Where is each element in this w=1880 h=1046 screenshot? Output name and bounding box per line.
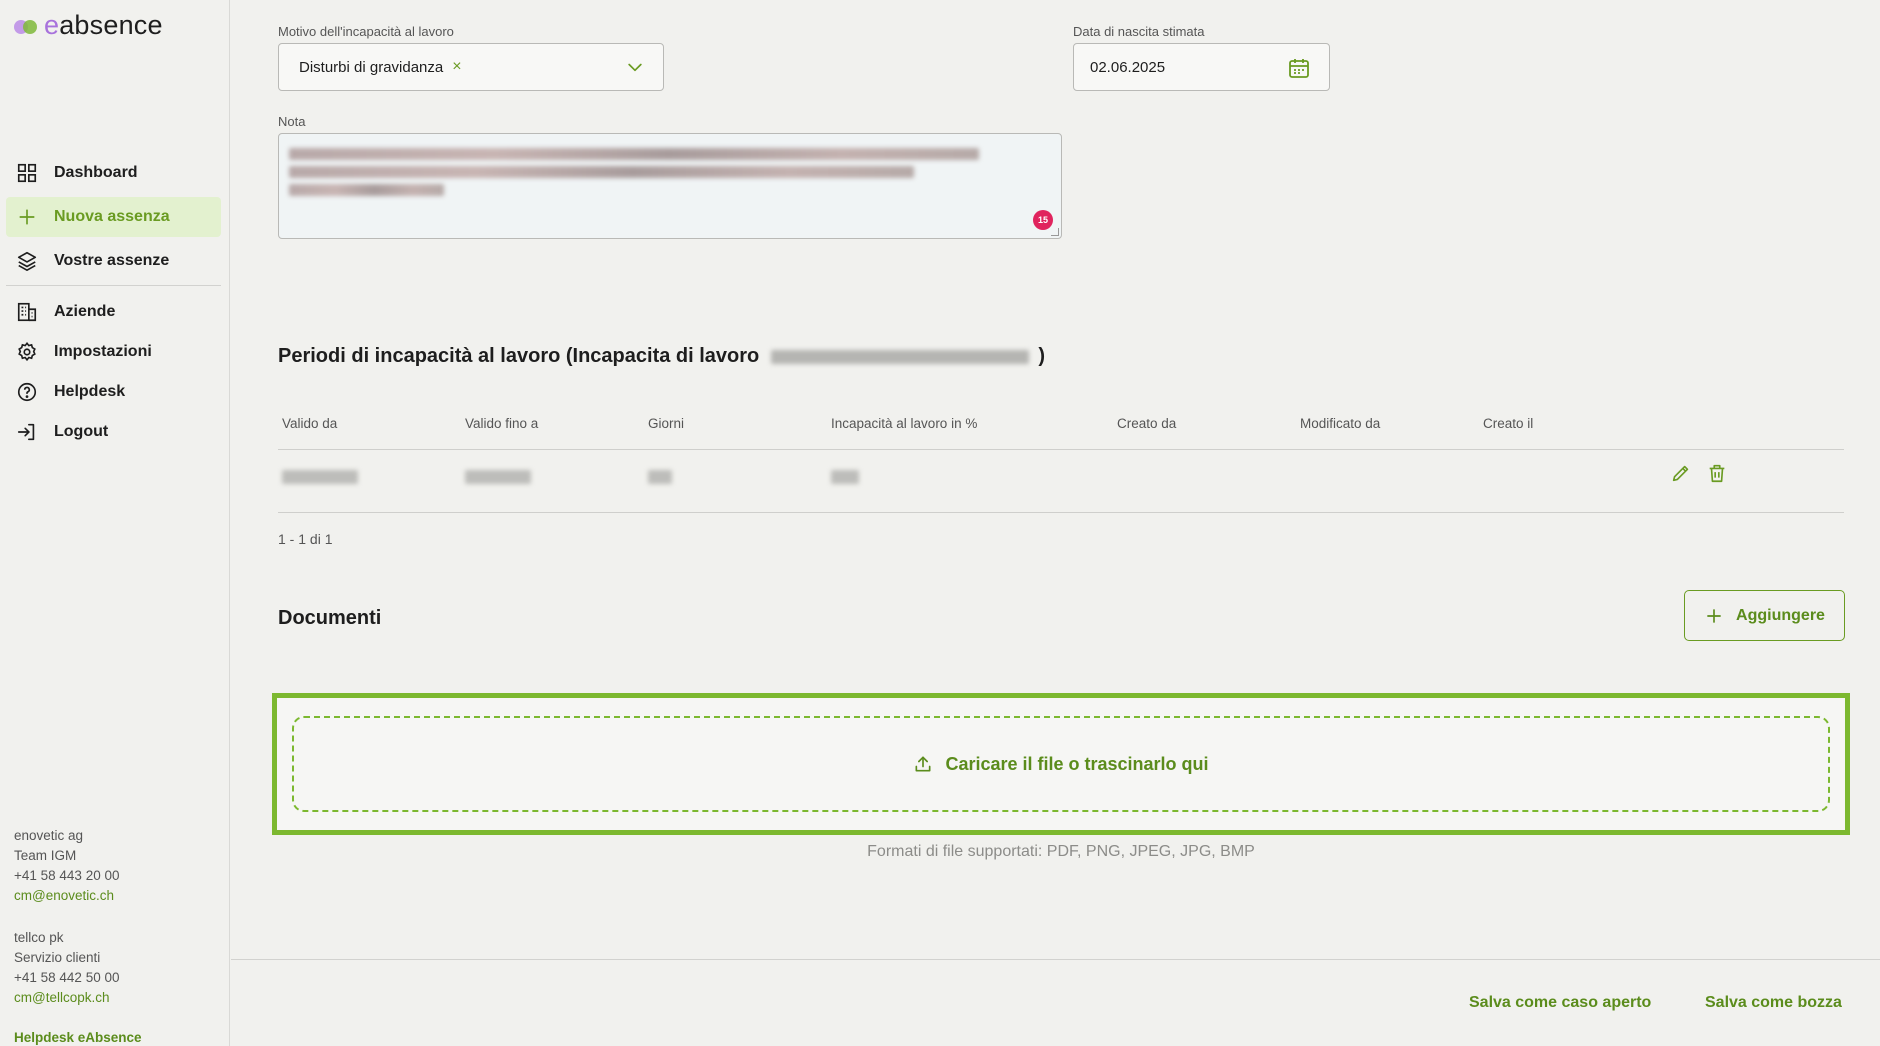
nav-divider	[6, 285, 221, 286]
trash-icon[interactable]	[1704, 460, 1730, 486]
chevron-down-icon[interactable]	[625, 57, 645, 77]
contact-phone: +41 58 443 20 00	[14, 868, 120, 883]
calendar-icon[interactable]	[1287, 56, 1311, 80]
periods-table-header: Valido da Valido fino a Giorni Incapacit…	[278, 416, 1844, 449]
documents-section-title: Documenti	[278, 607, 382, 629]
sidebar-item-label: Aziende	[54, 303, 116, 320]
plus-icon	[1707, 608, 1721, 623]
redacted-text	[770, 349, 1029, 364]
question-icon	[14, 379, 40, 405]
add-document-label: Aggiungere	[1736, 606, 1825, 624]
sidebar-item-label: Impostazioni	[54, 343, 152, 360]
sidebar-nav: Dashboard Nuova assenza Vostre assenze A…	[6, 153, 221, 452]
contact-phone: +41 58 442 50 00	[14, 970, 120, 985]
sidebar-item-dashboard[interactable]: Dashboard	[6, 153, 221, 193]
save-draft-button[interactable]: Salva come bozza	[1705, 994, 1842, 1012]
note-textarea[interactable]: 15	[278, 133, 1062, 239]
contact-email-link[interactable]: cm@tellcopk.ch	[14, 988, 119, 1008]
file-dropzone[interactable]: Caricare il file o trascinarlo qui	[292, 716, 1830, 812]
sidebar-item-logout[interactable]: Logout	[6, 412, 221, 452]
periods-title-text: Periodi di incapacità al lavoro (Incapac…	[278, 345, 760, 367]
grid-icon	[14, 160, 40, 186]
app-logo[interactable]: eabsence	[14, 10, 163, 41]
redacted-cell	[282, 470, 358, 484]
upload-zone-highlight: Caricare il file o trascinarlo qui	[272, 693, 1850, 835]
sidebar-item-impostazioni[interactable]: Impostazioni	[6, 332, 221, 372]
redacted-text	[289, 184, 444, 196]
table-divider	[278, 512, 1844, 513]
redacted-cell	[465, 470, 531, 484]
column-header[interactable]: Giorni	[648, 416, 684, 431]
sidebar-item-label: Dashboard	[54, 164, 138, 181]
redacted-text	[289, 166, 914, 178]
edit-icon[interactable]	[1668, 460, 1694, 486]
column-header[interactable]: Creato il	[1483, 416, 1533, 431]
add-document-button[interactable]: Aggiungere	[1684, 590, 1845, 641]
sidebar-item-vostre-assenze[interactable]: Vostre assenze	[6, 241, 221, 281]
row-actions	[1668, 460, 1730, 486]
note-label: Nota	[278, 114, 306, 129]
reason-select[interactable]: Disturbi di gravidanza ×	[278, 43, 664, 91]
resize-handle-icon[interactable]	[1051, 228, 1059, 236]
form-footer: Salva come caso aperto Salva come bozza	[231, 959, 1880, 1046]
contact-team: Servizio clienti	[14, 950, 101, 965]
logout-icon	[14, 419, 40, 445]
redacted-text	[289, 148, 979, 160]
redacted-cell	[831, 470, 859, 484]
column-header[interactable]: Incapacità al lavoro in %	[831, 416, 977, 431]
redacted-cell	[648, 470, 672, 484]
building-icon	[14, 299, 40, 325]
helpdesk-eabsence-link[interactable]: Helpdesk eAbsence	[14, 1030, 142, 1045]
contact-email-link[interactable]: cm@enovetic.ch	[14, 886, 119, 906]
birth-date-field[interactable]: 02.06.2025	[1073, 43, 1330, 91]
sidebar-item-label: Helpdesk	[54, 383, 126, 400]
periods-section-title: Periodi di incapacità al lavoro (Incapac…	[278, 345, 1045, 368]
plus-icon	[14, 204, 40, 230]
birth-date-label: Data di nascita stimata	[1073, 24, 1205, 39]
contact-company: tellco pk	[14, 930, 64, 945]
clear-selection-icon[interactable]: ×	[452, 58, 461, 76]
column-header[interactable]: Valido da	[282, 416, 337, 431]
pagination-info: 1 - 1 di 1	[278, 531, 333, 547]
sidebar-item-label: Vostre assenze	[54, 252, 170, 269]
sidebar-item-label: Nuova assenza	[54, 208, 170, 225]
column-header[interactable]: Creato da	[1117, 416, 1176, 431]
save-open-case-button[interactable]: Salva come caso aperto	[1469, 994, 1651, 1012]
logo-text: eabsence	[44, 10, 163, 40]
periods-title-close: )	[1038, 345, 1046, 367]
logo-circles-icon	[14, 17, 38, 35]
column-header[interactable]: Valido fino a	[465, 416, 538, 431]
contact-company: enovetic ag	[14, 828, 84, 843]
table-row[interactable]	[278, 450, 1844, 512]
upload-label: Caricare il file o trascinarlo qui	[945, 753, 1209, 774]
reason-selected-value: Disturbi di gravidanza	[299, 58, 444, 76]
contact-enovetic: enovetic ag Team IGM +41 58 443 20 00 cm…	[14, 826, 119, 906]
birth-date-value: 02.06.2025	[1090, 58, 1166, 76]
upload-icon	[915, 756, 931, 772]
sidebar-item-helpdesk[interactable]: Helpdesk	[6, 372, 221, 412]
sidebar-item-aziende[interactable]: Aziende	[6, 292, 221, 332]
reason-label: Motivo dell'incapacità al lavoro	[278, 24, 454, 39]
sidebar-item-label: Logout	[54, 423, 109, 440]
sidebar: eabsence Dashboard Nuova assenza Vostre …	[0, 0, 230, 1046]
contact-tellco: tellco pk Servizio clienti +41 58 442 50…	[14, 928, 119, 1008]
note-error-badge: 15	[1033, 210, 1053, 230]
column-header[interactable]: Modificato da	[1300, 416, 1380, 431]
contact-team: Team IGM	[14, 848, 77, 863]
layers-icon	[14, 248, 40, 274]
sidebar-item-nuova-assenza[interactable]: Nuova assenza	[6, 197, 221, 237]
supported-formats-text: Formati di file supportati: PDF, PNG, JP…	[867, 843, 1255, 860]
gear-icon	[14, 339, 40, 365]
